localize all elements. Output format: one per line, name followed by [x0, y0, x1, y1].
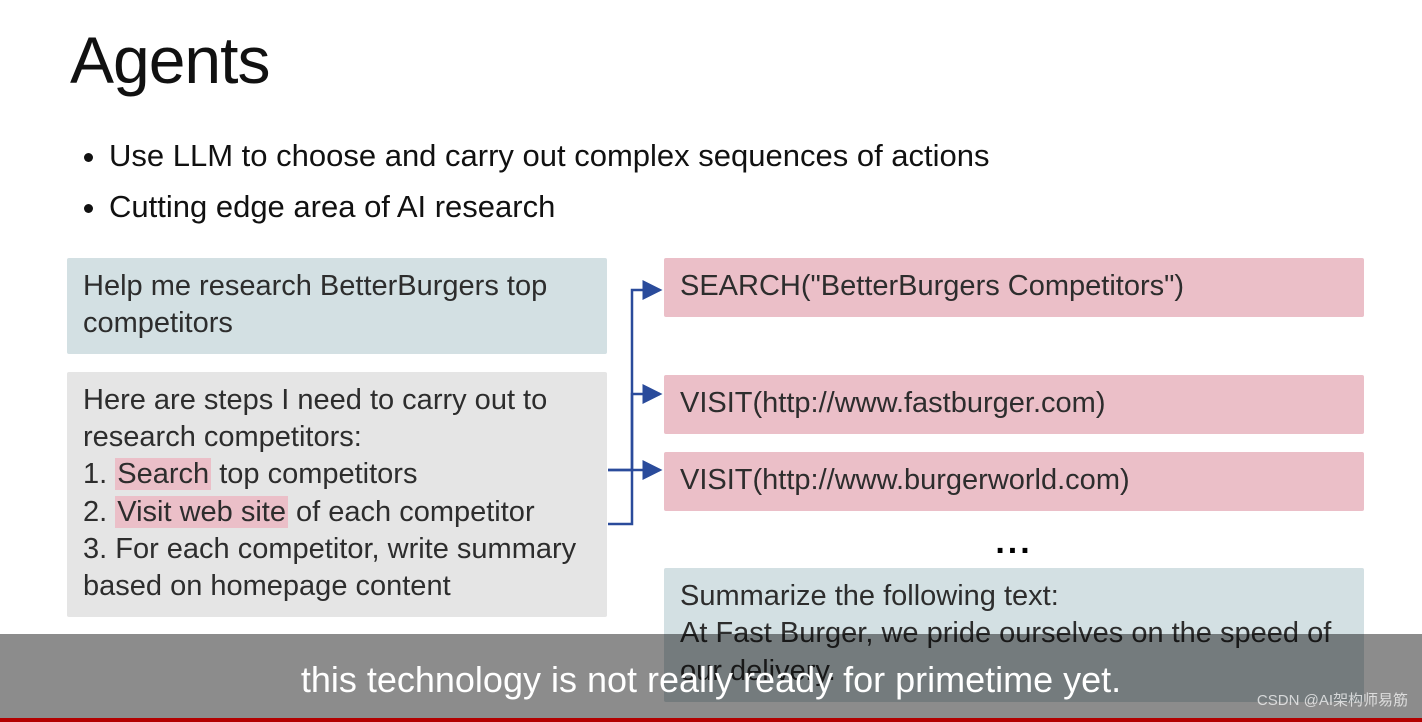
bullet-item: Use LLM to choose and carry out complex …	[109, 130, 990, 181]
progress-bar[interactable]	[0, 718, 1422, 722]
user-prompt-box: Help me research BetterBurgers top compe…	[67, 258, 607, 354]
step-2-highlight: Visit web site	[115, 496, 288, 528]
step-1-suffix: top competitors	[211, 458, 417, 490]
watermark: CSDN @AI架构师易筋	[1257, 689, 1408, 710]
action-search-box: SEARCH("BetterBurgers Competitors")	[664, 258, 1364, 317]
step-3: 3. For each competitor, write summary ba…	[83, 533, 576, 602]
step-2-prefix: 2.	[83, 496, 115, 528]
agent-plan-box: Here are steps I need to carry out to re…	[67, 372, 607, 617]
bullet-item: Cutting edge area of AI research	[109, 181, 990, 232]
bullet-list: Use LLM to choose and carry out complex …	[85, 130, 990, 232]
caption-text: this technology is not really ready for …	[301, 659, 1121, 700]
action-visit2-box: VISIT(http://www.burgerworld.com)	[664, 452, 1364, 511]
video-caption: this technology is not really ready for …	[0, 634, 1422, 722]
left-column: Help me research BetterBurgers top compe…	[67, 258, 607, 635]
action-visit1-box: VISIT(http://www.fastburger.com)	[664, 375, 1364, 434]
slide-title: Agents	[70, 22, 269, 98]
step-1-prefix: 1.	[83, 458, 115, 490]
plan-intro: Here are steps I need to carry out to re…	[83, 384, 547, 453]
ellipsis: ...	[664, 523, 1364, 562]
summary-head: Summarize the following text:	[680, 580, 1059, 612]
slide: Agents Use LLM to choose and carry out c…	[0, 0, 1422, 722]
step-2-suffix: of each competitor	[288, 496, 535, 528]
step-1-highlight: Search	[115, 458, 211, 490]
